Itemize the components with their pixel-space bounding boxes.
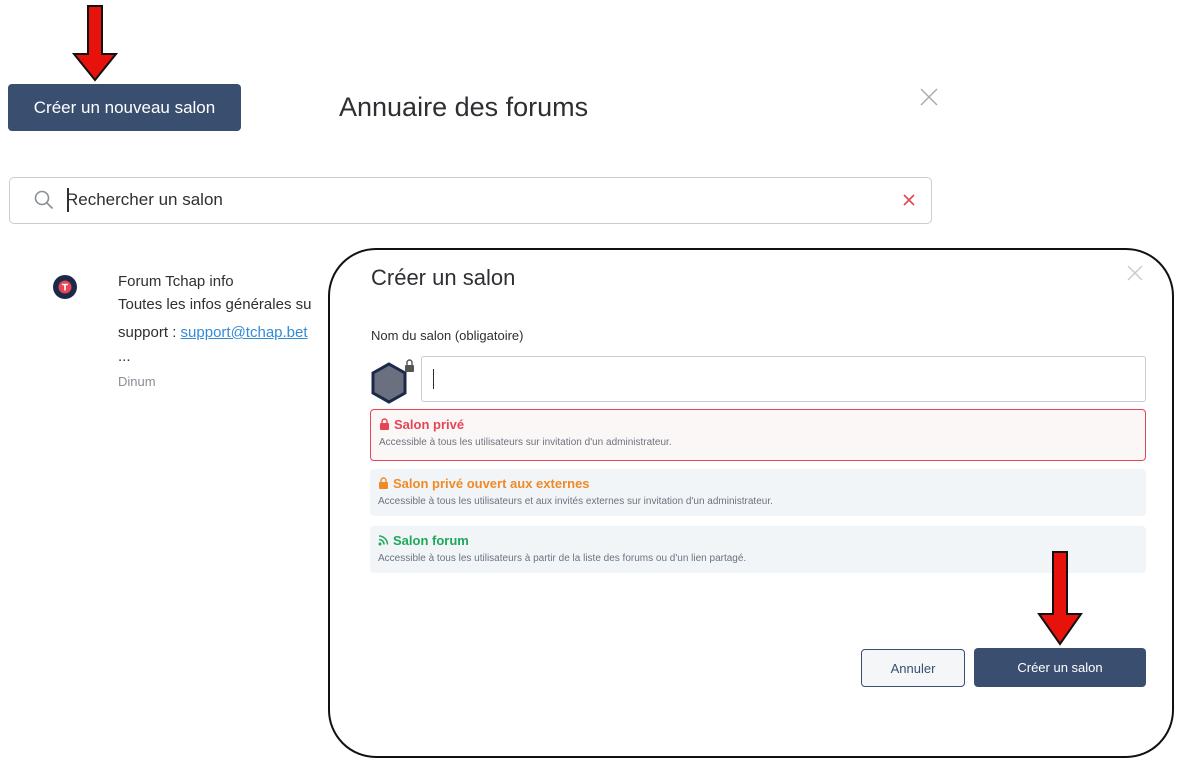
- lock-icon: [379, 477, 388, 489]
- option-title-text: Salon privé: [394, 416, 465, 432]
- option-title: Salon privé: [379, 416, 1145, 432]
- close-icon[interactable]: [918, 86, 940, 108]
- dialog-title: Créer un salon: [371, 265, 516, 290]
- option-description: Accessible à tous les utilisateurs et au…: [378, 496, 773, 507]
- forum-organization: Dinum: [118, 374, 156, 389]
- annotation-arrow-icon: [1037, 551, 1083, 646]
- option-title: Salon forum: [378, 532, 1146, 548]
- create-new-room-button[interactable]: Créer un nouveau salon: [8, 84, 241, 131]
- option-external-room[interactable]: Salon privé ouvert aux externes Accessib…: [370, 469, 1146, 516]
- option-title: Salon privé ouvert aux externes: [378, 475, 1146, 491]
- cancel-button[interactable]: Annuler: [861, 649, 965, 687]
- forum-more: ...: [118, 348, 131, 365]
- forum-avatar[interactable]: [52, 274, 78, 300]
- room-avatar-upload[interactable]: [367, 358, 417, 408]
- page-title: Annuaire des forums: [339, 92, 589, 122]
- forum-name[interactable]: Forum Tchap info: [118, 273, 234, 290]
- annotation-arrow-icon: [71, 5, 119, 82]
- search-input[interactable]: [66, 186, 866, 214]
- search-icon: [34, 190, 54, 210]
- room-name-input[interactable]: [421, 356, 1146, 402]
- room-name-label: Nom du salon (obligatoire): [371, 328, 524, 343]
- option-description: Accessible à tous les utilisateurs sur i…: [379, 437, 672, 448]
- forum-description: Toutes les infos générales su: [118, 296, 312, 313]
- option-title-text: Salon forum: [393, 532, 469, 548]
- create-room-button[interactable]: Créer un salon: [974, 648, 1146, 687]
- lock-icon: [380, 418, 389, 430]
- text-cursor: [433, 369, 434, 389]
- option-description: Accessible à tous les utilisateurs à par…: [378, 553, 747, 564]
- support-email-link[interactable]: support@tchap.bet: [181, 324, 308, 341]
- forum-support-line: support : support@tchap.bet: [118, 324, 308, 341]
- option-forum-room[interactable]: Salon forum Accessible à tous les utilis…: [370, 526, 1146, 573]
- support-prefix: support :: [118, 324, 181, 341]
- close-icon[interactable]: [1126, 264, 1144, 282]
- text-cursor: [67, 188, 69, 212]
- option-private-room[interactable]: Salon privé Accessible à tous les utilis…: [370, 409, 1146, 461]
- option-title-text: Salon privé ouvert aux externes: [393, 475, 590, 491]
- clear-search-icon[interactable]: [902, 193, 916, 207]
- rss-icon: [378, 535, 389, 546]
